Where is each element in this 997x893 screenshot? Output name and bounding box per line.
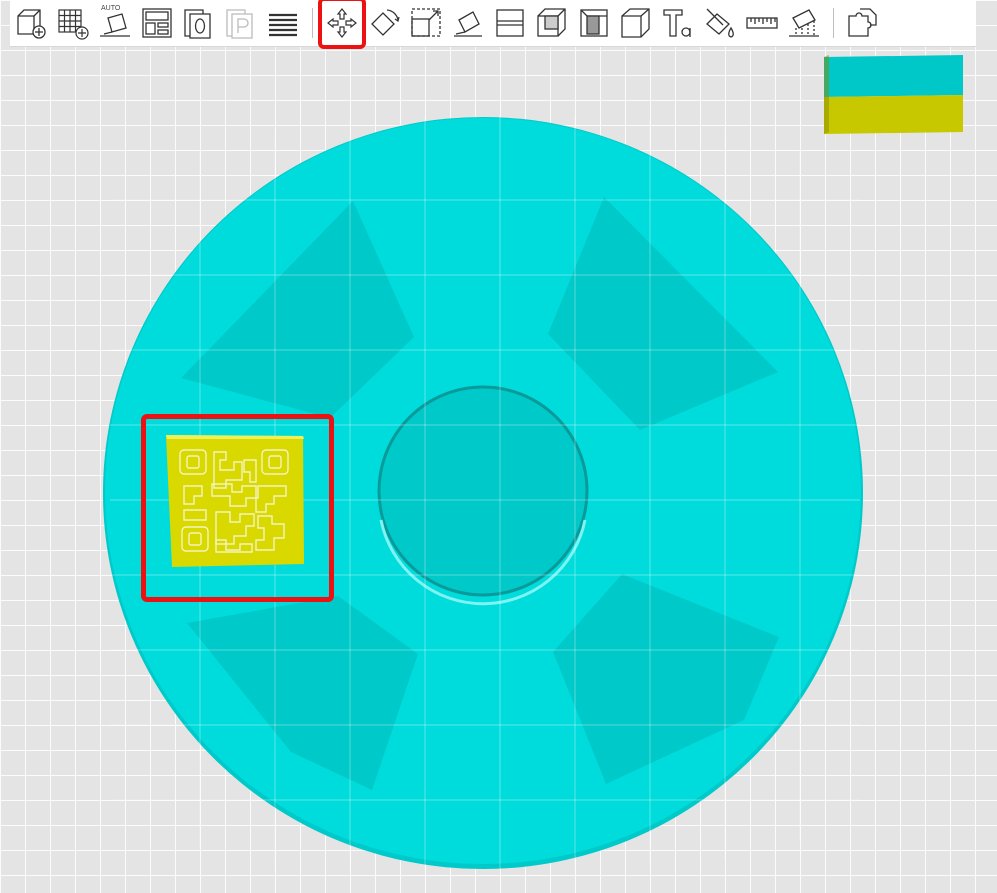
add-grid-button[interactable] bbox=[55, 3, 91, 43]
page-zero-button[interactable] bbox=[181, 3, 217, 43]
lay-flat-button[interactable] bbox=[450, 3, 486, 43]
emboss-icon bbox=[580, 9, 608, 37]
measure-button[interactable] bbox=[744, 3, 780, 43]
cube-icon bbox=[621, 8, 650, 38]
lay-flat-icon bbox=[454, 11, 482, 37]
text-button[interactable] bbox=[660, 3, 696, 43]
hollow-icon bbox=[537, 8, 566, 37]
toolbar-separator bbox=[833, 8, 834, 38]
auto-layout-button[interactable]: AUTO bbox=[97, 3, 133, 43]
puzzle-icon bbox=[848, 8, 877, 37]
measure-icon bbox=[746, 17, 778, 29]
layers-button[interactable] bbox=[265, 3, 301, 43]
support-button[interactable] bbox=[786, 3, 822, 43]
add-grid-icon bbox=[58, 9, 89, 40]
cut-button[interactable] bbox=[492, 3, 528, 43]
puzzle-button[interactable] bbox=[845, 3, 881, 43]
main-toolbar: AUTO bbox=[10, 0, 976, 49]
text-icon bbox=[663, 9, 691, 37]
emboss-button[interactable] bbox=[576, 3, 612, 43]
page-p-button[interactable] bbox=[223, 3, 259, 43]
toolbar-separator bbox=[312, 8, 313, 38]
scale-button[interactable] bbox=[408, 3, 444, 43]
page-p-icon bbox=[226, 9, 253, 39]
view-cube[interactable] bbox=[824, 55, 963, 134]
support-icon bbox=[789, 9, 819, 37]
paint-bucket-icon bbox=[706, 8, 734, 38]
add-box-icon bbox=[17, 9, 46, 39]
selection-highlight bbox=[141, 414, 334, 602]
move-icon bbox=[327, 8, 357, 38]
paint-bucket-button[interactable] bbox=[702, 3, 738, 43]
page-zero-icon bbox=[184, 9, 211, 39]
rotate-icon bbox=[371, 9, 400, 36]
move-button[interactable] bbox=[318, 0, 366, 49]
layout-panels-button[interactable] bbox=[139, 3, 175, 43]
auto-label: AUTO bbox=[101, 5, 121, 12]
rotate-button[interactable] bbox=[366, 3, 402, 43]
layers-icon bbox=[269, 13, 297, 37]
layout-panels-icon bbox=[142, 8, 172, 38]
hollow-button[interactable] bbox=[534, 3, 570, 43]
add-box-button[interactable] bbox=[13, 3, 49, 43]
scale-icon bbox=[411, 8, 441, 37]
cut-icon bbox=[496, 9, 524, 37]
cube-button[interactable] bbox=[618, 3, 654, 43]
